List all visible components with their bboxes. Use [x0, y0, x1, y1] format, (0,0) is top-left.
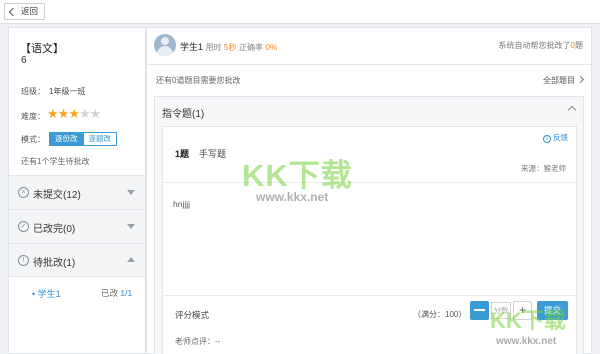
check-circle-icon: ✓ [18, 221, 29, 232]
feedback-label: 反馈 [553, 133, 568, 142]
caret-down-icon [127, 190, 135, 195]
section-not-submitted[interactable]: × 未提交(12) [9, 175, 145, 209]
remaining-note: 还有0道题目需要您批改 [156, 76, 241, 85]
section-label: 待批改(1) [33, 258, 76, 269]
class-label: 班级： [21, 87, 45, 96]
status-progress: 1/1 [120, 288, 133, 298]
section-graded[interactable]: ✓ 已改完(0) [9, 209, 145, 243]
right-panel: 学生1 用时 5秒 正确率 0% 系统自动帮您批改了0题 还有0道题目需要您批改… [146, 27, 592, 354]
score-input[interactable]: 分数 [491, 302, 511, 319]
alert-circle-icon: ! [18, 255, 29, 266]
x-circle-icon: × [18, 187, 29, 198]
score-mode-label: 评分模式 [175, 310, 210, 320]
assignment-info: 【语文】 6 班级： 1年级一班 难度： ★★★★★ 模式： 逐份改 逐题改 还… [9, 28, 145, 170]
mode-by-question-button[interactable]: 逐题改 [83, 132, 117, 146]
score-decrease-button[interactable] [470, 301, 489, 320]
divider [147, 64, 591, 65]
all-questions-label: 全部题目 [543, 76, 575, 85]
question-source: 来源：猴老师 [521, 164, 566, 173]
star-icon: ★ [89, 106, 102, 121]
top-bar: 返回 [0, 0, 600, 24]
divider [163, 182, 576, 183]
student-list-item[interactable]: • 学生1 已改 1/1 [9, 278, 145, 308]
time-value: 5秒 [224, 43, 237, 52]
subject-title: 【语文】 [20, 43, 64, 55]
caret-up-icon [127, 257, 135, 262]
student-status: 已改 1/1 [101, 287, 132, 299]
difficulty-label: 难度： [21, 112, 45, 121]
chevron-right-icon [576, 75, 585, 84]
info-icon: i [543, 135, 551, 143]
full-score-label: （满分：100） [413, 310, 467, 319]
accuracy-value: 0% [265, 43, 278, 52]
submit-button[interactable]: 提交 [537, 301, 568, 320]
feedback-link[interactable]: i 反馈 [543, 132, 568, 143]
minus-icon [474, 309, 485, 311]
section-to-grade[interactable]: ! 待批改(1) [9, 243, 145, 277]
section-label: 未提交(12) [33, 190, 81, 201]
chevron-left-icon [8, 7, 18, 17]
avatar-head [161, 37, 169, 45]
student-answer: hnjjjj [173, 199, 191, 209]
left-panel: 【语文】 6 班级： 1年级一班 难度： ★★★★★ 模式： 逐份改 逐题改 还… [8, 27, 146, 354]
divider [163, 295, 576, 296]
all-questions-link[interactable]: 全部题目 [543, 75, 585, 86]
auto-note-suffix: 题 [575, 41, 583, 50]
question-group: 指令题(1) i 反馈 1题 手写题 来源：猴老师 hnjjjj 评分模式 （满分… [154, 96, 584, 354]
mode-toggle: 逐份改 逐题改 [49, 132, 117, 146]
difficulty-stars: ★★★★★ [47, 106, 102, 121]
question-group-title: 指令题(1) [162, 109, 205, 120]
chevron-up-icon[interactable] [567, 105, 577, 115]
status-text: 已改 [101, 288, 121, 298]
question-number: 1题 [175, 149, 190, 159]
accuracy-label: 正确率 [239, 43, 264, 52]
caret-down-icon [127, 224, 135, 229]
class-value: 1年级一班 [49, 87, 86, 96]
time-label: 用时 [205, 43, 222, 52]
back-button[interactable]: 返回 [4, 3, 46, 20]
teacher-comment: 老师点评：-- [175, 337, 221, 346]
mode-label: 模式： [21, 135, 45, 144]
avatar [154, 34, 176, 56]
question-card: i 反馈 1题 手写题 来源：猴老师 hnjjjj 评分模式 （满分：100） 分… [162, 126, 577, 354]
student-name: 学生1 [180, 42, 204, 52]
back-label: 返回 [21, 6, 39, 16]
section-label: 已改完(0) [33, 224, 76, 235]
student-name: • 学生1 [32, 289, 61, 299]
auto-note-prefix: 系统自动帮您批改了 [498, 41, 571, 50]
mode-by-paper-button[interactable]: 逐份改 [49, 132, 84, 146]
question-type: 手写题 [199, 149, 227, 159]
student-summary: 学生1 用时 5秒 正确率 0% [180, 40, 277, 53]
avatar-body [157, 46, 173, 56]
score-increase-button[interactable]: + [513, 301, 532, 320]
pending-note: 还有1个学生待批改 [21, 157, 90, 166]
auto-grade-note: 系统自动帮您批改了0题 [499, 40, 583, 51]
subject-number: 6 [21, 55, 27, 66]
